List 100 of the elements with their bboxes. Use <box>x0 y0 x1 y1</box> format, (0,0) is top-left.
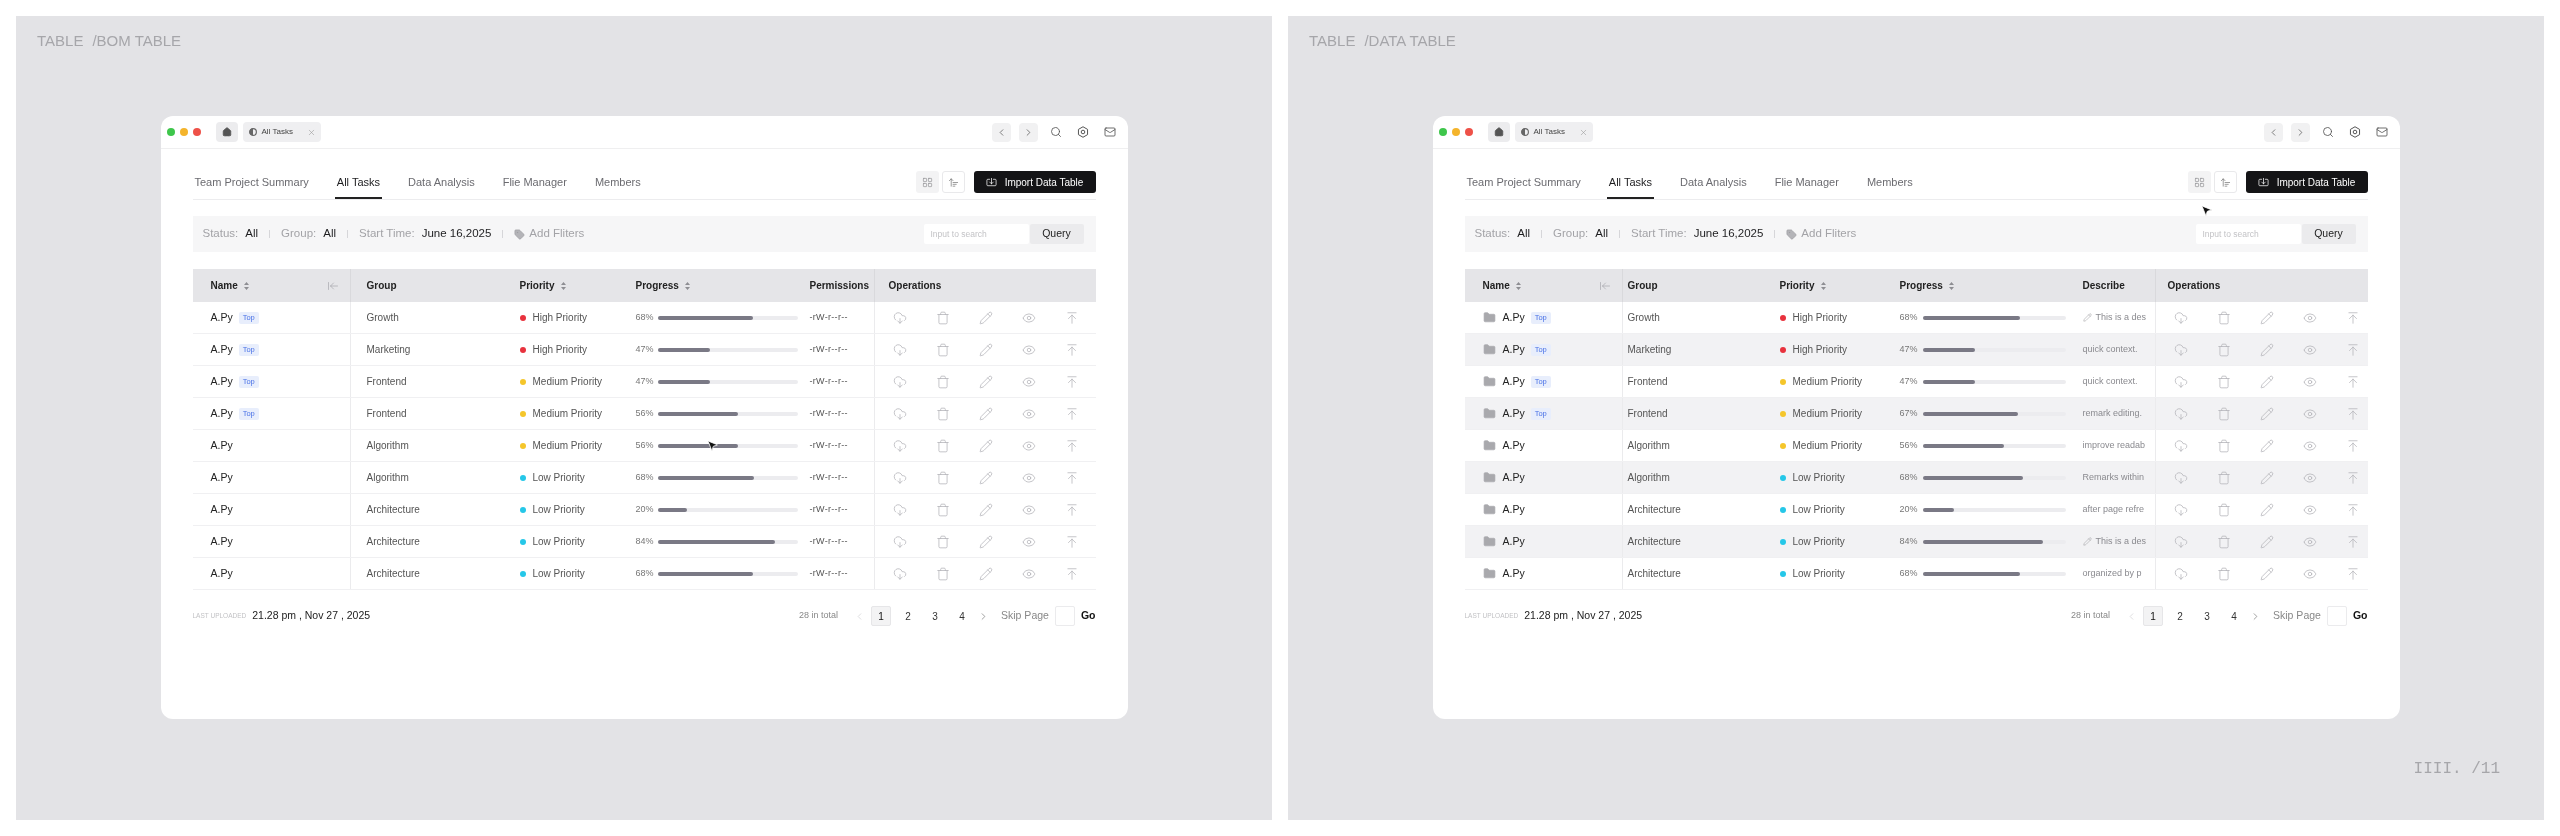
import-button[interactable]: Import Data Table <box>2245 171 2368 193</box>
trash-icon[interactable] <box>2216 374 2231 389</box>
settings-icon[interactable] <box>1076 126 1089 138</box>
forward-button[interactable] <box>1018 122 1038 142</box>
eye-icon[interactable] <box>2302 502 2317 517</box>
trash-icon[interactable] <box>2216 342 2231 357</box>
cloud-download-icon[interactable] <box>892 406 907 421</box>
pencil-icon[interactable] <box>2259 406 2274 421</box>
filter-value[interactable]: All <box>323 225 337 243</box>
mail-icon[interactable] <box>1103 126 1116 138</box>
eye-icon[interactable] <box>1021 406 1036 421</box>
cloud-download-icon[interactable] <box>2173 470 2188 485</box>
cloud-download-icon[interactable] <box>892 310 907 325</box>
filter-value[interactable]: All <box>1517 225 1531 243</box>
eye-icon[interactable] <box>1021 438 1036 453</box>
pencil-icon[interactable] <box>2259 374 2274 389</box>
query-button[interactable]: Query <box>2301 224 2356 244</box>
trash-icon[interactable] <box>935 374 950 389</box>
traffic-light-icon[interactable] <box>1464 128 1473 136</box>
sort-icon[interactable] <box>1515 281 1521 290</box>
eye-icon[interactable] <box>2302 438 2317 453</box>
arrow-up-to-line-icon[interactable] <box>2345 566 2360 581</box>
eye-icon[interactable] <box>2302 534 2317 549</box>
trash-icon[interactable] <box>935 438 950 453</box>
cloud-download-icon[interactable] <box>892 566 907 581</box>
eye-icon[interactable] <box>1021 342 1036 357</box>
cloud-download-icon[interactable] <box>2173 406 2188 421</box>
arrow-up-to-line-icon[interactable] <box>1064 470 1079 485</box>
trash-icon[interactable] <box>935 342 950 357</box>
eye-icon[interactable] <box>2302 566 2317 581</box>
eye-icon[interactable] <box>1021 374 1036 389</box>
search-icon[interactable] <box>1049 126 1062 138</box>
arrow-up-to-line-icon[interactable] <box>2345 406 2360 421</box>
pencil-icon[interactable] <box>2259 470 2274 485</box>
home-button[interactable] <box>215 122 238 142</box>
nav-tab[interactable]: All Tasks <box>1606 174 1654 199</box>
traffic-light-icon[interactable] <box>192 128 201 136</box>
go-button[interactable]: Go <box>2352 608 2368 624</box>
go-button[interactable]: Go <box>1080 608 1096 624</box>
query-button[interactable]: Query <box>1029 224 1084 244</box>
nav-tab[interactable]: Members <box>592 174 643 199</box>
nav-tab[interactable]: Data Analysis <box>1678 174 1749 199</box>
filter-value[interactable]: June 16,2025 <box>421 225 492 243</box>
browser-tab[interactable]: All Tasks <box>1514 122 1593 142</box>
pencil-icon[interactable] <box>978 470 993 485</box>
eye-icon[interactable] <box>2302 342 2317 357</box>
arrow-up-to-line-icon[interactable] <box>2345 374 2360 389</box>
trash-icon[interactable] <box>2216 406 2231 421</box>
cloud-download-icon[interactable] <box>892 470 907 485</box>
eye-icon[interactable] <box>1021 310 1036 325</box>
forward-button[interactable] <box>2290 122 2310 142</box>
sort-icon[interactable] <box>1820 281 1826 290</box>
mail-icon[interactable] <box>2375 126 2388 138</box>
pencil-icon[interactable] <box>2259 534 2274 549</box>
arrow-up-to-line-icon[interactable] <box>2345 470 2360 485</box>
trash-icon[interactable] <box>2216 310 2231 325</box>
sort-button[interactable] <box>2213 171 2237 193</box>
page-button[interactable]: 3 <box>2197 606 2218 626</box>
arrow-up-to-line-icon[interactable] <box>1064 342 1079 357</box>
arrow-up-to-line-icon[interactable] <box>1064 438 1079 453</box>
trash-icon[interactable] <box>935 502 950 517</box>
pencil-icon[interactable] <box>978 310 993 325</box>
back-button[interactable] <box>991 122 1011 142</box>
page-button[interactable]: 4 <box>2224 606 2245 626</box>
filter-value[interactable]: All <box>245 225 259 243</box>
cloud-download-icon[interactable] <box>2173 374 2188 389</box>
eye-icon[interactable] <box>2302 470 2317 485</box>
home-button[interactable] <box>1487 122 1510 142</box>
pencil-icon[interactable] <box>978 502 993 517</box>
filter-value[interactable]: All <box>1595 225 1609 243</box>
sort-icon[interactable] <box>1948 281 1954 290</box>
cloud-download-icon[interactable] <box>892 342 907 357</box>
close-icon[interactable] <box>306 127 316 137</box>
search-icon[interactable] <box>2321 126 2334 138</box>
cloud-download-icon[interactable] <box>2173 502 2188 517</box>
close-icon[interactable] <box>1578 127 1588 137</box>
traffic-light-icon[interactable] <box>1451 128 1460 136</box>
traffic-light-icon[interactable] <box>166 128 175 136</box>
arrow-up-to-line-icon[interactable] <box>2345 438 2360 453</box>
trash-icon[interactable] <box>2216 566 2231 581</box>
sort-icon[interactable] <box>684 281 690 290</box>
nav-tab[interactable]: Members <box>1864 174 1915 199</box>
nav-tab[interactable]: Flie Manager <box>500 174 569 199</box>
import-button[interactable]: Import Data Table <box>973 171 1096 193</box>
page-button[interactable]: 1 <box>871 606 892 626</box>
trash-icon[interactable] <box>935 470 950 485</box>
cloud-download-icon[interactable] <box>2173 310 2188 325</box>
nav-tab[interactable]: Team Project Summary <box>1464 174 1583 199</box>
page-button[interactable]: 2 <box>2170 606 2191 626</box>
nav-tab[interactable]: Team Project Summary <box>192 174 311 199</box>
trash-icon[interactable] <box>935 566 950 581</box>
cloud-download-icon[interactable] <box>2173 534 2188 549</box>
collapse-icon[interactable] <box>326 279 339 292</box>
sort-icon[interactable] <box>243 281 249 290</box>
eye-icon[interactable] <box>2302 310 2317 325</box>
filter-value[interactable]: June 16,2025 <box>1693 225 1764 243</box>
pencil-icon[interactable] <box>978 342 993 357</box>
eye-icon[interactable] <box>1021 534 1036 549</box>
cloud-download-icon[interactable] <box>2173 566 2188 581</box>
cloud-download-icon[interactable] <box>892 502 907 517</box>
